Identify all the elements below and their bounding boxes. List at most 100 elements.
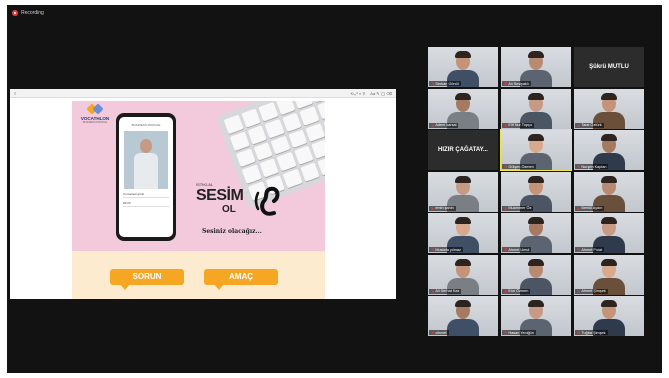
participant-name-text: Ali Serhat Kaz [435, 289, 460, 293]
participant-hair [528, 134, 544, 141]
participant-tile[interactable]: ✖ Mustafa yılmaz [428, 213, 498, 253]
recording-indicator: Recording [12, 10, 44, 16]
toolbar-tools[interactable]: Aa ✎ ◯ ⌫ [370, 91, 392, 96]
participant-name-text: Mustafa yılmaz [435, 247, 461, 252]
participant-tile[interactable]: ✖ Ahmet Şimşek [574, 254, 644, 295]
meeting-window: Recording ≡ ⟲ ⤢ ⌕ ⚲ Aa ✎ ◯ ⌫ VOCATHLON B… [7, 5, 662, 373]
participant-tile[interactable]: ✖ Hasan Yeniğün [501, 296, 571, 336]
amac-label: AMAÇ [204, 269, 278, 290]
participant-name: ✖ Adem karsal [429, 122, 459, 128]
mic-muted-icon: ✖ [577, 247, 581, 252]
participant-name: ✖ Behlül Aydın [575, 205, 605, 211]
participant-name: ✖ Gülşen Özmen [502, 164, 536, 169]
mic-muted-icon: ✖ [504, 122, 508, 128]
participant-name-text: Serkan Gönül [435, 81, 459, 86]
participant-hair [528, 217, 544, 224]
participant-name: ✖ Ali Serhat Kaz [429, 288, 462, 294]
mic-muted-icon: ✖ [577, 122, 581, 128]
mic-muted-icon: ✖ [504, 81, 508, 86]
mic-muted-icon: ✖ [504, 164, 508, 169]
participant-hair [601, 258, 617, 266]
participant-hair [601, 300, 617, 307]
lower-section: SORUN AMAÇ [72, 251, 325, 299]
phone-header: BUSINESS PROFILE [131, 123, 161, 127]
toolbar-icons[interactable]: ⟲ ⤢ ⌕ ⚲ [350, 91, 365, 96]
participant-name: ✖ Ahmet Umut [502, 247, 532, 252]
ear-icon [254, 186, 280, 216]
participant-tile[interactable]: Şükrü MUTLU [574, 47, 644, 87]
participant-hair [528, 258, 544, 266]
participant-tile[interactable]: HIZIR ÇAĞATAY... [428, 130, 498, 170]
participant-name-text: Şükrü MUTLU [589, 64, 629, 70]
participant-tile[interactable]: ✖ Adem karsal [428, 88, 498, 129]
logo-subtitle: BUSINESS PROFILE [82, 121, 108, 124]
participant-hair [601, 134, 617, 141]
mic-muted-icon: ✖ [431, 205, 435, 211]
participant-hair [455, 51, 471, 58]
participant-name: ✖ Talat Öztürk [575, 122, 604, 128]
participant-name-text: Ali Sesiyaklı [508, 81, 529, 86]
mic-muted-icon: ✖ [577, 330, 581, 335]
pdf-toolbar: ≡ ⟲ ⤢ ⌕ ⚲ Aa ✎ ◯ ⌫ [10, 89, 396, 98]
participant-name: ✖ Mustafa yılmaz [429, 247, 463, 252]
phone-row-time: 09:00 [123, 201, 169, 207]
participant-name: ✖ Serkan Gönül [429, 81, 461, 86]
participant-hair [528, 51, 544, 58]
pdf-page: VOCATHLON BUSINESS PROFILE BUSINESS PROF… [72, 101, 325, 299]
participant-name-text: cihmet [435, 330, 447, 335]
participant-tile[interactable]: ✖ Gülşen Özmen [500, 129, 572, 171]
participant-tile[interactable]: ✖ Tuğba Şimşek [574, 296, 644, 336]
participant-tile[interactable]: ✖ Talat Öztürk [574, 88, 644, 129]
mic-muted-icon: ✖ [504, 288, 508, 294]
participant-tile[interactable]: ✖ Nurşen Kaplan [574, 130, 644, 170]
mic-muted-icon: ✖ [431, 122, 435, 128]
participant-name-text: Behlül Aydın [581, 206, 603, 210]
participant-name-text: Elif Nur Topçu [508, 123, 532, 127]
mic-muted-icon: ✖ [504, 330, 508, 335]
participant-name-text: emin şahin [435, 206, 454, 210]
mic-muted-icon: ✖ [431, 247, 435, 252]
participant-tile[interactable]: ✖ Elif Nur Topçu [501, 88, 571, 129]
participant-name-text: Hasan Yeniğün [508, 330, 534, 335]
participant-tile[interactable]: ✖ Behlül Aydın [574, 171, 644, 212]
participant-tile[interactable]: ✖ Ahmet Polat [574, 213, 644, 253]
participant-name-text: Talat Öztürk [581, 123, 602, 127]
recording-label: Recording [21, 10, 44, 16]
vocathlon-logo: VOCATHLON BUSINESS PROFILE [76, 103, 114, 124]
mic-muted-icon: ✖ [504, 247, 508, 252]
participant-hair [455, 217, 471, 224]
participant-tile[interactable]: ✖ Ali Serhat Kaz [428, 254, 498, 295]
participant-name-text: Ahmet Polat [581, 247, 603, 252]
participant-name-text: Gülşen Özmen [508, 164, 534, 169]
menu-icon[interactable]: ≡ [14, 91, 16, 96]
phone-photo [124, 131, 168, 189]
participant-tile[interactable]: ✖ Muammer Öz [501, 171, 571, 212]
participant-hair [528, 92, 544, 100]
participant-tile[interactable]: ✖ Ali Sesiyaklı [501, 47, 571, 87]
mic-muted-icon: ✖ [431, 288, 435, 294]
participant-hair [455, 92, 471, 100]
mic-muted-icon: ✖ [577, 164, 581, 169]
participant-hair [455, 258, 471, 266]
participant-tile[interactable]: ✖ Erol Özmen [501, 254, 571, 295]
participant-hair [601, 217, 617, 224]
participant-tile[interactable]: ✖ Serkan Gönül [428, 47, 498, 87]
participant-tile[interactable]: ✖ Ahmet Umut [501, 213, 571, 253]
mic-muted-icon: ✖ [504, 205, 508, 211]
participant-name-text: Adem karsal [435, 123, 457, 127]
mic-muted-icon: ✖ [431, 81, 435, 86]
brand-ol: OL [222, 204, 236, 215]
participant-name-text: Muammer Öz [508, 206, 532, 210]
participant-name-text: Ahmet Umut [508, 247, 530, 252]
participant-hair [528, 300, 544, 307]
mic-muted-icon: ✖ [577, 288, 581, 294]
participant-tile[interactable]: ✖ emin şahin [428, 171, 498, 212]
participant-name: ✖ Tuğba Şimşek [575, 330, 608, 335]
phone-row-day: Cumartesi günü [123, 192, 169, 198]
participant-name-text: Tuğba Şimşek [581, 330, 606, 335]
participant-tile[interactable]: ✖ cihmet [428, 296, 498, 336]
participant-name: ✖ cihmet [429, 330, 449, 335]
participant-name: ✖ Ali Sesiyaklı [502, 81, 531, 86]
participant-hair [528, 175, 544, 183]
participant-name: ✖ Elif Nur Topçu [502, 122, 534, 128]
